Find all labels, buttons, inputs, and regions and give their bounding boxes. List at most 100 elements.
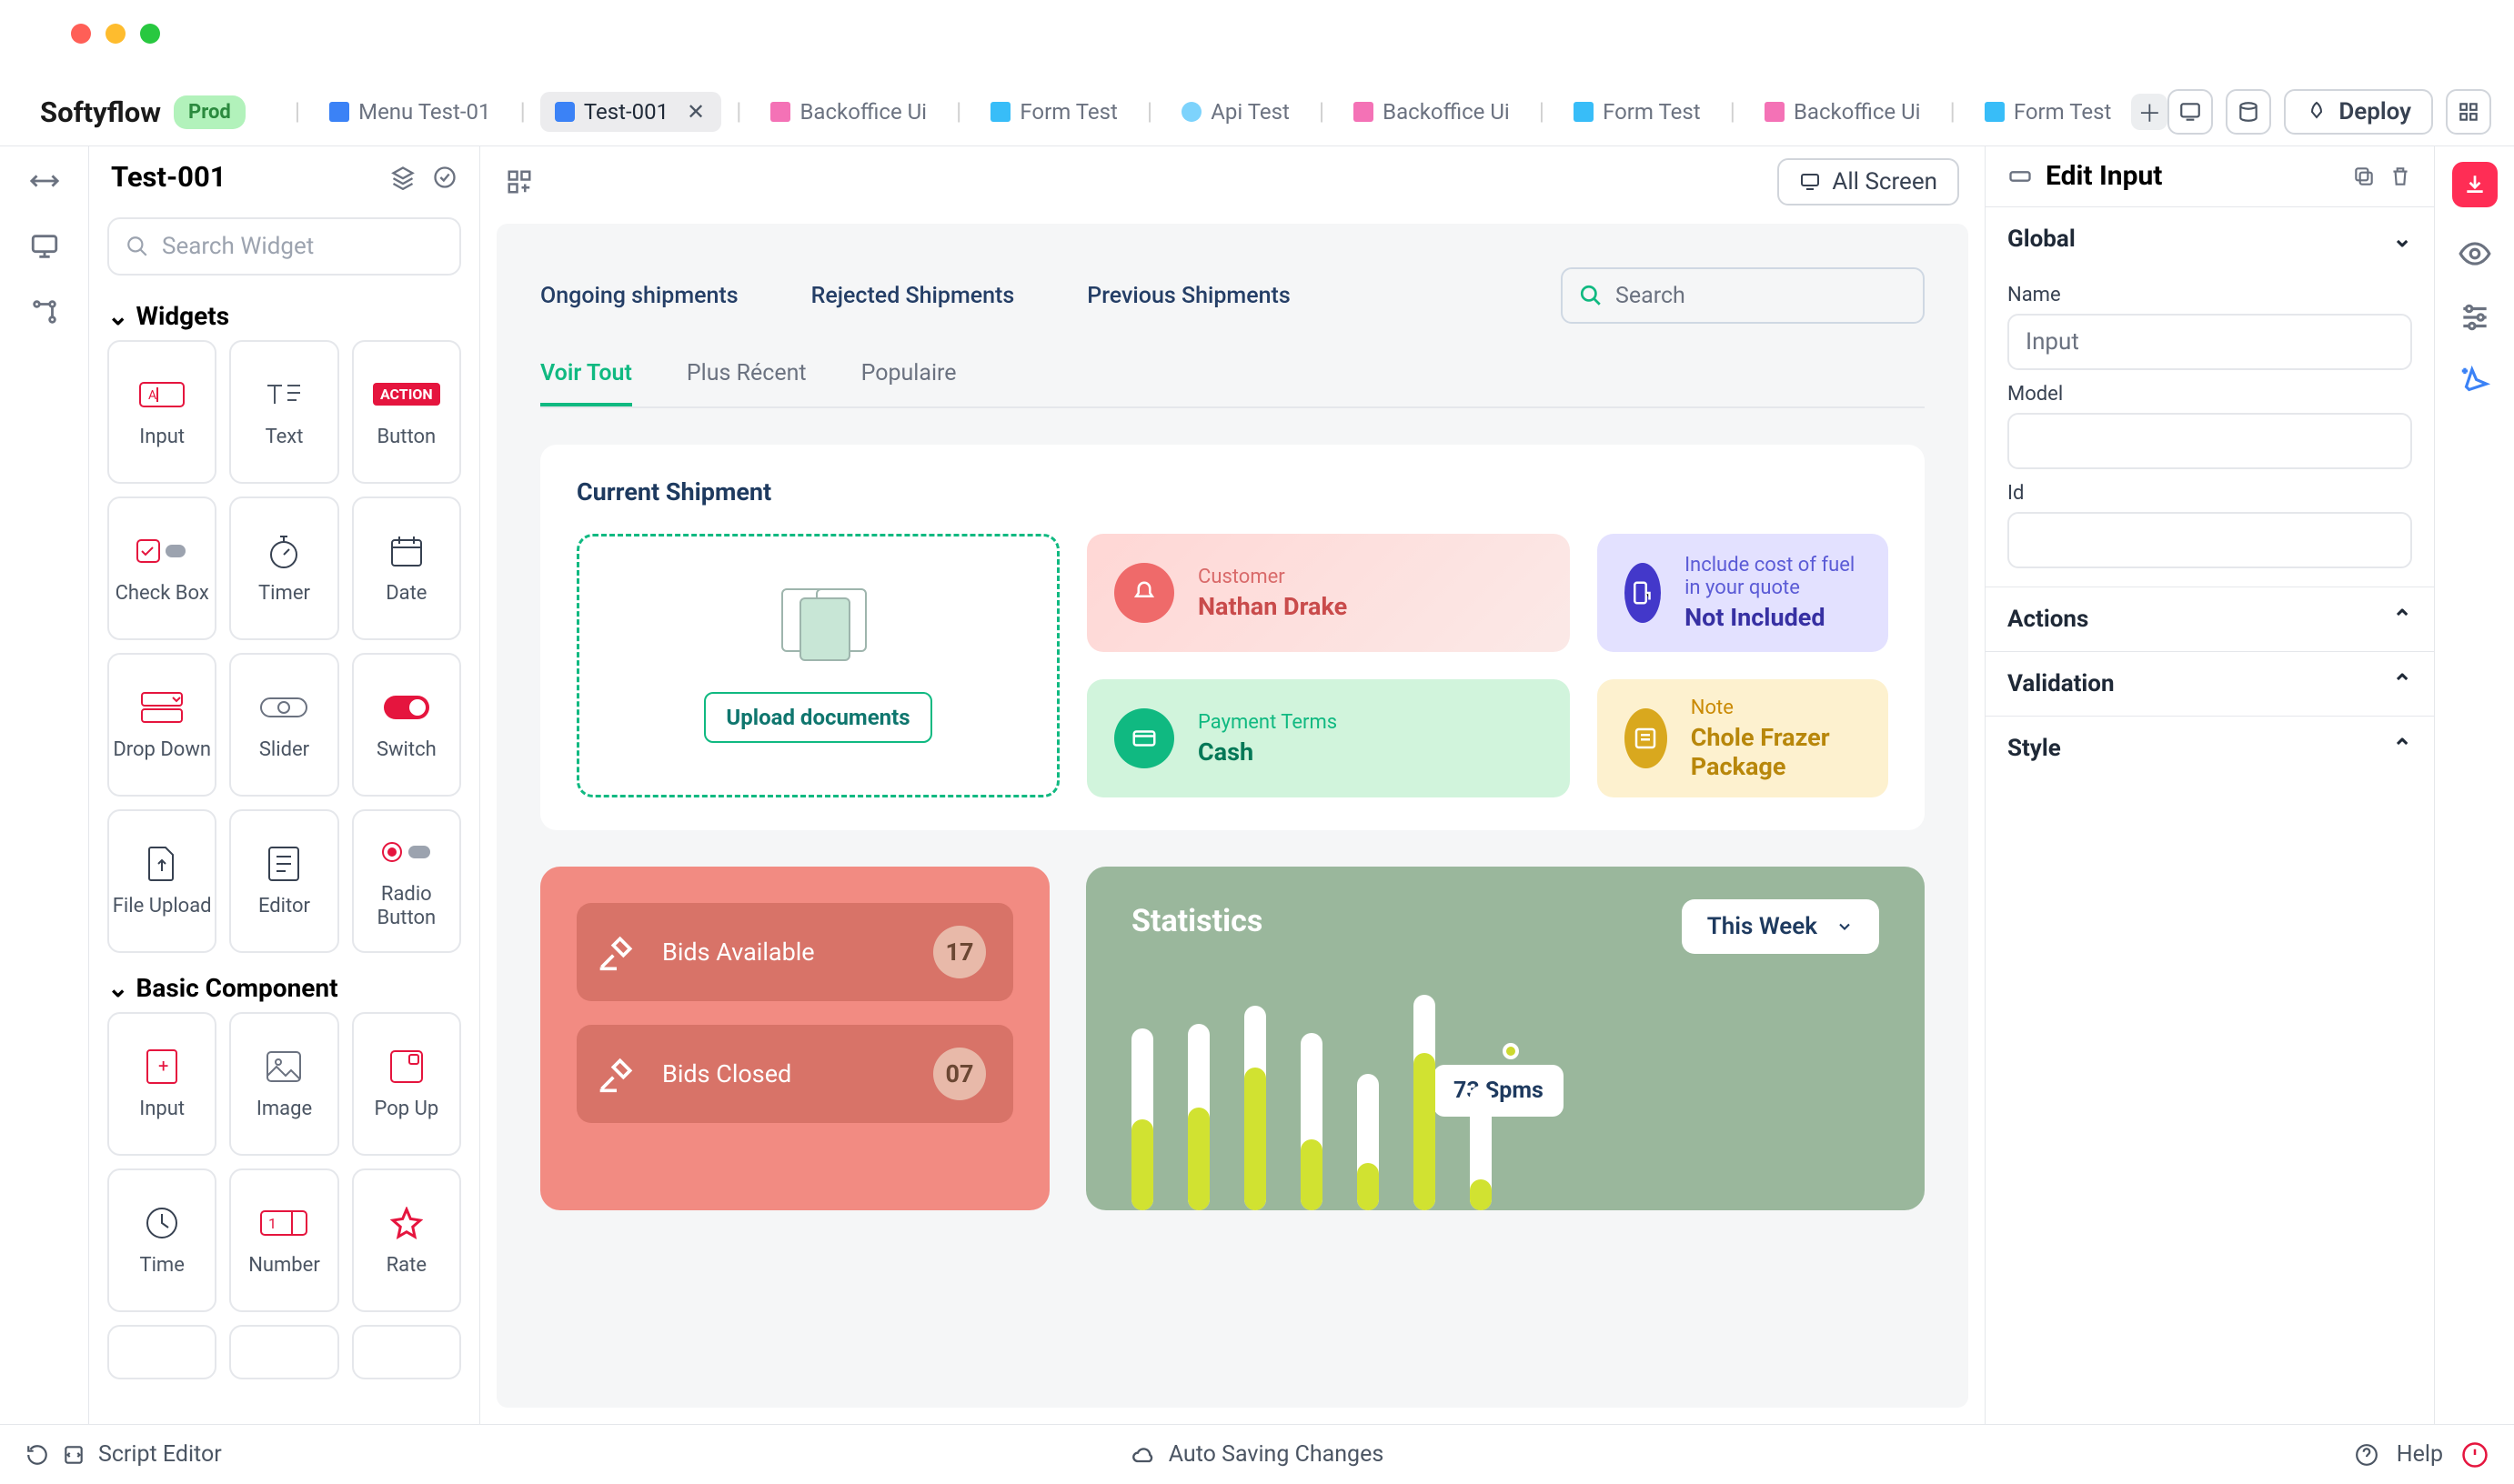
layers-icon[interactable] bbox=[390, 165, 416, 190]
widget-dropdown[interactable]: Drop Down bbox=[107, 653, 216, 797]
settings-button[interactable] bbox=[2446, 89, 2491, 135]
tab-form-test-1[interactable]: Form Test bbox=[976, 92, 1132, 132]
widget-search-input[interactable]: Search Widget bbox=[107, 217, 461, 276]
basic-image[interactable]: Image bbox=[229, 1012, 338, 1156]
tab-previous-shipments[interactable]: Previous Shipments bbox=[1087, 283, 1290, 309]
script-icon[interactable] bbox=[62, 1443, 85, 1467]
tab-api-test[interactable]: Api Test bbox=[1167, 92, 1304, 132]
check-circle-icon[interactable] bbox=[432, 165, 458, 190]
eye-icon[interactable] bbox=[2458, 236, 2492, 271]
name-input[interactable]: Input bbox=[2007, 314, 2412, 370]
tab-test-001[interactable]: Test-001✕ bbox=[540, 92, 721, 132]
chart-bar[interactable] bbox=[1188, 1024, 1210, 1210]
bids-available-row[interactable]: Bids Available17 bbox=[577, 903, 1013, 1001]
power-icon[interactable] bbox=[2461, 1441, 2489, 1469]
fuel-icon bbox=[1629, 579, 1656, 607]
help-icon[interactable] bbox=[2355, 1443, 2378, 1467]
section-global-header[interactable]: Global⌄ bbox=[1986, 207, 2434, 271]
save-button[interactable] bbox=[2452, 162, 2498, 207]
monitor-icon[interactable] bbox=[29, 231, 60, 262]
help-link[interactable]: Help bbox=[2397, 1441, 2443, 1468]
model-input[interactable] bbox=[2007, 413, 2412, 469]
basic-rate[interactable]: Rate bbox=[352, 1168, 461, 1312]
customer-card[interactable]: CustomerNathan Drake bbox=[1087, 534, 1570, 652]
widget-file-upload[interactable]: File Upload bbox=[107, 809, 216, 953]
chart-bar[interactable] bbox=[1357, 1074, 1379, 1210]
tab-backoffice-ui-1[interactable]: Backoffice Ui bbox=[756, 92, 941, 132]
widget-radio[interactable]: Radio Button bbox=[352, 809, 461, 953]
status-bar: Script Editor Auto Saving Changes Help bbox=[0, 1424, 2514, 1484]
database-button[interactable] bbox=[2226, 89, 2271, 135]
basic-number[interactable]: 1Number bbox=[229, 1168, 338, 1312]
tab-menu-test-01[interactable]: Menu Test-01 bbox=[315, 92, 505, 132]
basic-empty-3[interactable] bbox=[352, 1325, 461, 1379]
note-card[interactable]: NoteChole Frazer Package bbox=[1597, 679, 1888, 797]
script-editor-link[interactable]: Script Editor bbox=[98, 1441, 222, 1468]
history-icon[interactable] bbox=[25, 1443, 49, 1467]
widget-timer[interactable]: Timer bbox=[229, 496, 338, 640]
chart-bar[interactable] bbox=[1470, 1086, 1492, 1211]
input-icon bbox=[2007, 164, 2033, 189]
filter-voir-tout[interactable]: Voir Tout bbox=[540, 360, 632, 406]
widget-input[interactable]: AInput bbox=[107, 340, 216, 484]
payment-card[interactable]: Payment TermsCash bbox=[1087, 679, 1570, 797]
expand-horizontal-icon[interactable] bbox=[29, 165, 60, 196]
chart-bar[interactable] bbox=[1301, 1033, 1322, 1210]
upload-button[interactable]: Upload documents bbox=[704, 692, 931, 743]
shipment-search-input[interactable]: Search bbox=[1561, 267, 1925, 324]
gavel-icon bbox=[597, 932, 637, 972]
basic-time[interactable]: Time bbox=[107, 1168, 216, 1312]
chart-bar[interactable] bbox=[1413, 995, 1435, 1211]
bids-closed-row[interactable]: Bids Closed07 bbox=[577, 1025, 1013, 1123]
tab-backoffice-ui-3[interactable]: Backoffice Ui bbox=[1750, 92, 1936, 132]
tab-backoffice-ui-2[interactable]: Backoffice Ui bbox=[1339, 92, 1524, 132]
tab-ongoing-shipments[interactable]: Ongoing shipments bbox=[540, 283, 739, 309]
widget-editor[interactable]: Editor bbox=[229, 809, 338, 953]
basic-input[interactable]: +Input bbox=[107, 1012, 216, 1156]
upload-documents-zone[interactable]: Upload documents bbox=[577, 534, 1060, 797]
add-tab-button[interactable]: ＋ bbox=[2131, 94, 2167, 130]
widget-date[interactable]: Date bbox=[352, 496, 461, 640]
left-tool-rail bbox=[0, 145, 89, 1424]
trash-icon[interactable] bbox=[2388, 165, 2412, 188]
tab-rejected-shipments[interactable]: Rejected Shipments bbox=[811, 283, 1015, 309]
canvas-area: All Screen Ongoing shipments Rejected Sh… bbox=[480, 145, 1985, 1424]
group-widgets-header[interactable]: ⌄Widgets bbox=[107, 301, 461, 331]
section-actions-header[interactable]: Actions⌃ bbox=[1986, 587, 2434, 651]
basic-popup[interactable]: Pop Up bbox=[352, 1012, 461, 1156]
tab-form-test-3[interactable]: Form Test bbox=[1970, 92, 2127, 132]
widget-text[interactable]: Text bbox=[229, 340, 338, 484]
deploy-button[interactable]: Deploy bbox=[2284, 89, 2433, 135]
chart-bar[interactable] bbox=[1131, 1028, 1153, 1210]
database-icon bbox=[2237, 100, 2260, 124]
basic-empty-1[interactable] bbox=[107, 1325, 216, 1379]
section-validation-header[interactable]: Validation⌃ bbox=[1986, 652, 2434, 716]
preview-button[interactable] bbox=[2167, 89, 2213, 135]
chart-bar[interactable] bbox=[1244, 1006, 1266, 1210]
filter-plus-recent[interactable]: Plus Récent bbox=[687, 360, 807, 406]
mac-minimize-icon[interactable] bbox=[106, 24, 126, 44]
copy-icon[interactable] bbox=[2352, 165, 2376, 188]
all-screen-button[interactable]: All Screen bbox=[1777, 158, 1959, 206]
id-input[interactable] bbox=[2007, 512, 2412, 568]
tree-icon[interactable] bbox=[29, 296, 60, 327]
right-tool-rail bbox=[2434, 145, 2514, 1424]
cursor-click-icon[interactable] bbox=[2458, 364, 2492, 398]
group-basic-header[interactable]: ⌄Basic Component bbox=[107, 973, 461, 1003]
widget-slider[interactable]: Slider bbox=[229, 653, 338, 797]
close-tab-icon[interactable]: ✕ bbox=[685, 101, 707, 123]
widget-checkbox[interactable]: Check Box bbox=[107, 496, 216, 640]
mac-zoom-icon[interactable] bbox=[140, 24, 160, 44]
widget-button[interactable]: ACTIONButton bbox=[352, 340, 461, 484]
add-block-icon[interactable] bbox=[506, 168, 533, 196]
tab-form-test-2[interactable]: Form Test bbox=[1559, 92, 1715, 132]
week-selector[interactable]: This Week bbox=[1682, 899, 1879, 954]
basic-empty-2[interactable] bbox=[229, 1325, 338, 1379]
sliders-icon[interactable] bbox=[2458, 300, 2492, 335]
section-style-header[interactable]: Style⌃ bbox=[1986, 717, 2434, 780]
filter-populaire[interactable]: Populaire bbox=[861, 360, 957, 406]
mac-close-icon[interactable] bbox=[71, 24, 91, 44]
widget-switch[interactable]: Switch bbox=[352, 653, 461, 797]
rocket-icon bbox=[2306, 101, 2328, 123]
fuel-card[interactable]: Include cost of fuel in your quoteNot In… bbox=[1597, 534, 1888, 652]
